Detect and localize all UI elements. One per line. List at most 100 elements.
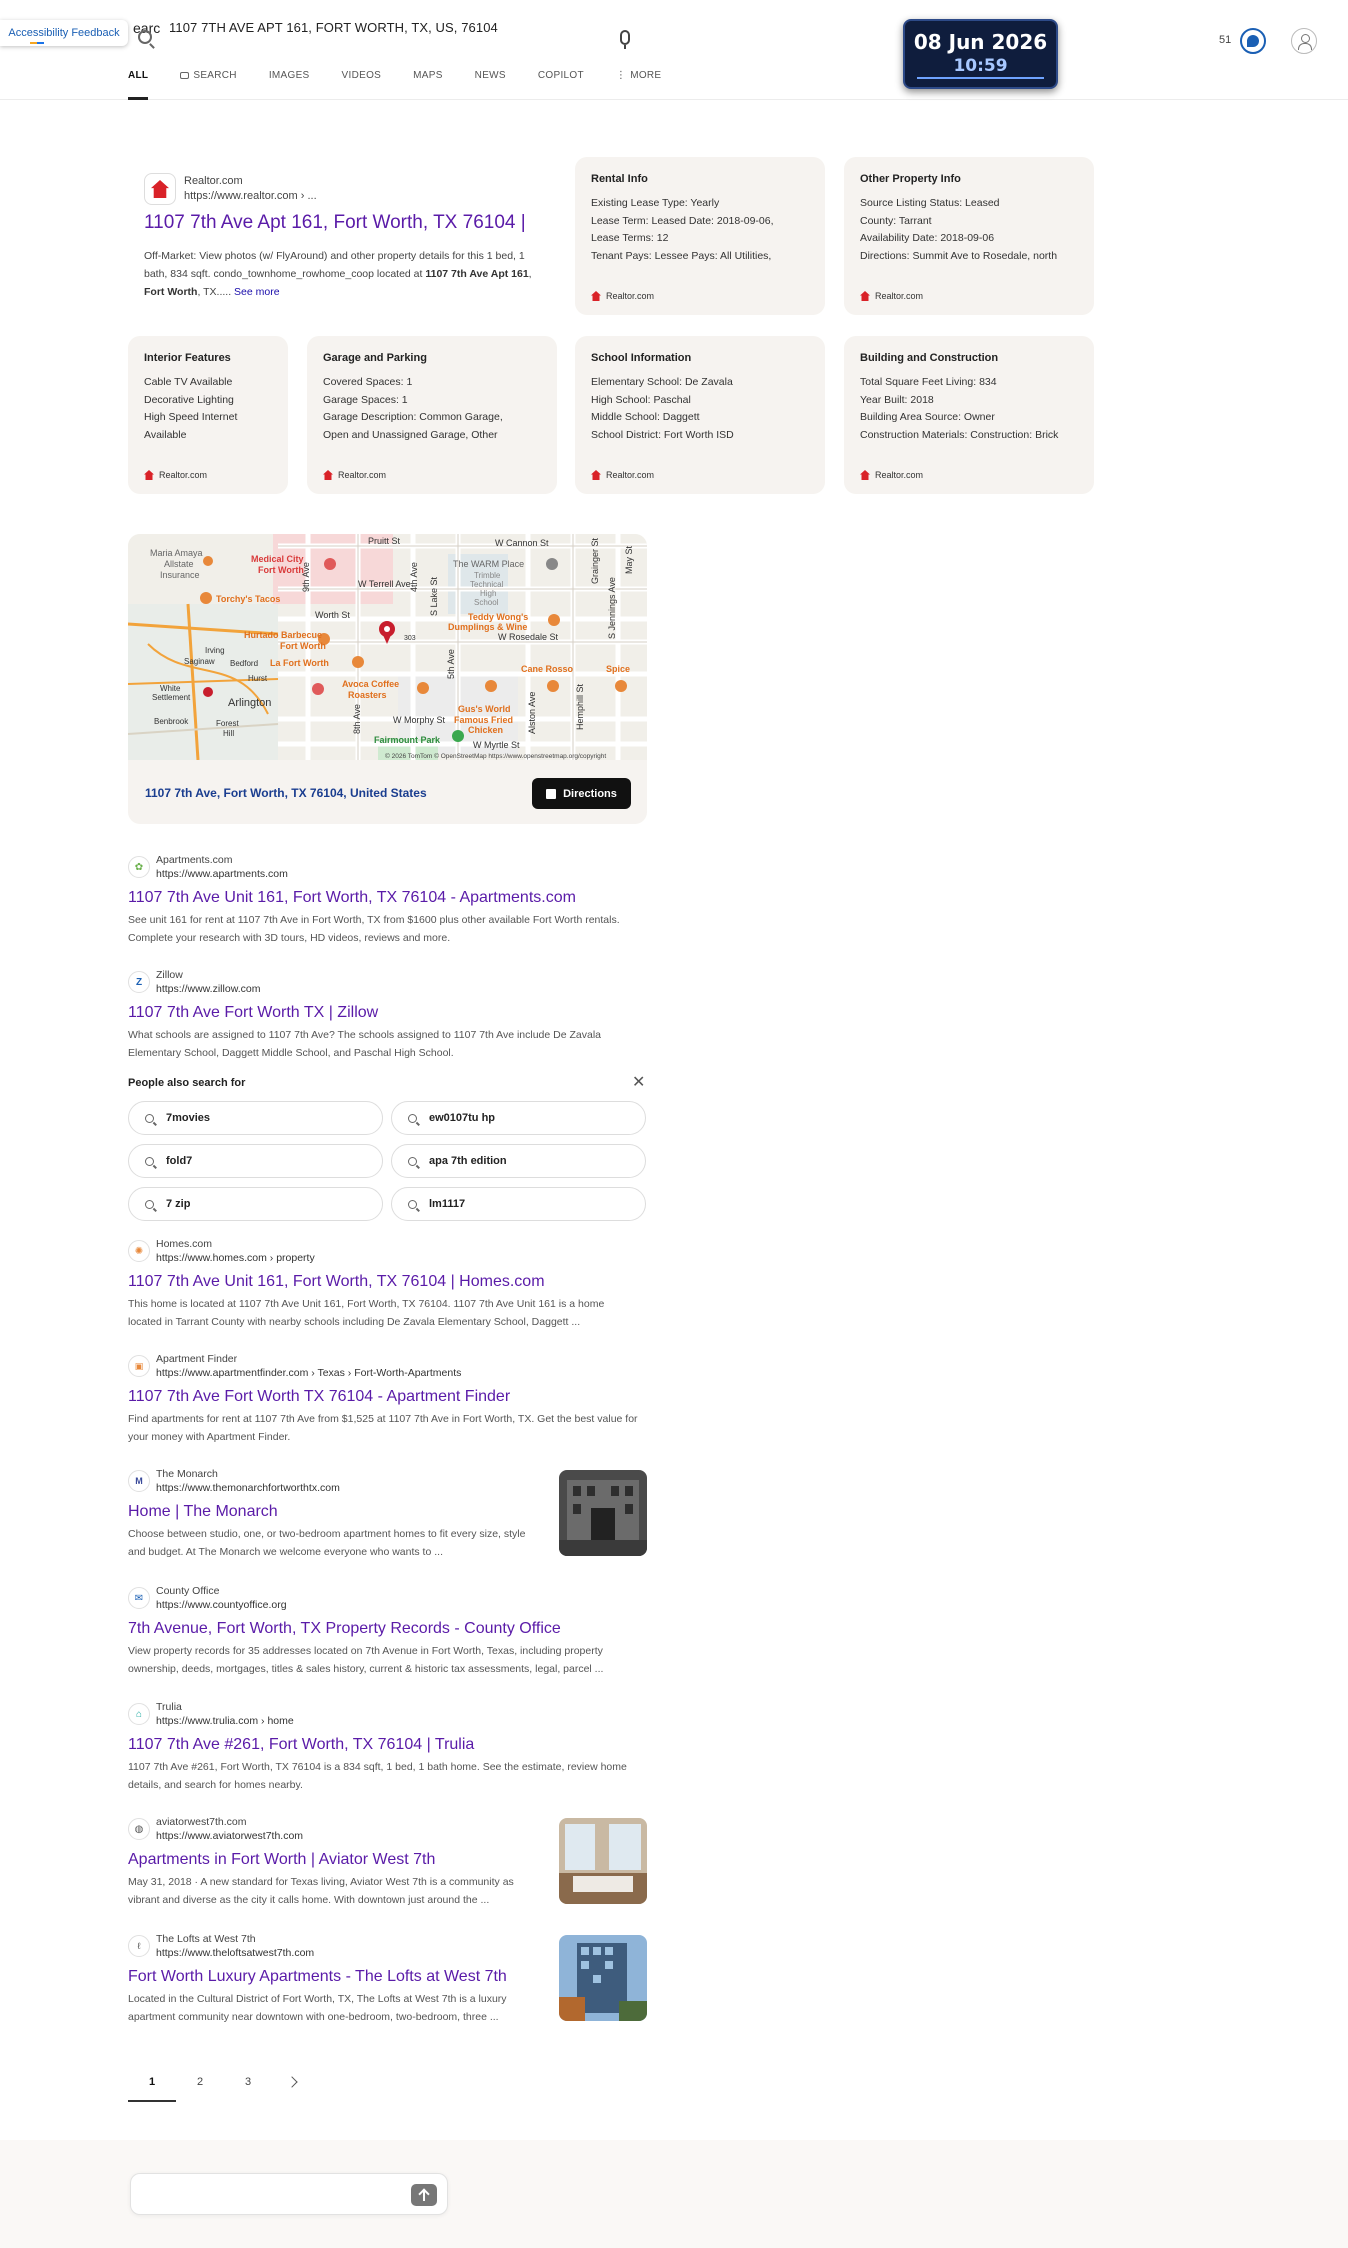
building-construction-card[interactable]: Building and Construction Total Square F…	[844, 336, 1094, 494]
card-source[interactable]: Realtor.com	[323, 470, 386, 480]
svg-text:Fairmount Park: Fairmount Park	[374, 735, 441, 745]
result-title-link[interactable]: Apartments in Fort Worth | Aviator West …	[128, 1851, 435, 1869]
map-address-link[interactable]: 1107 7th Ave, Fort Worth, TX 76104, Unit…	[145, 786, 427, 800]
page-1[interactable]: 1	[128, 2068, 176, 2102]
svg-text:Chicken: Chicken	[468, 725, 503, 735]
related-search-pill[interactable]: 7movies	[128, 1101, 383, 1135]
result-description: View property records for 35 addresses l…	[128, 1645, 604, 1675]
search-icon	[408, 1156, 417, 1166]
card-line: Tenant Pays: Lessee Pays: All Utilities,	[591, 249, 772, 262]
svg-text:The WARM Place: The WARM Place	[453, 559, 524, 569]
result-url[interactable]: https://www.apartmentfinder.com › Texas …	[156, 1367, 461, 1379]
related-search-pill[interactable]: 7 zip	[128, 1187, 383, 1221]
page-2[interactable]: 2	[176, 2068, 224, 2096]
main-result-url[interactable]: https://www.realtor.com › ...	[184, 190, 317, 202]
related-search-pill[interactable]: lm1117	[391, 1187, 646, 1221]
svg-text:Hurst: Hurst	[248, 674, 268, 683]
svg-text:Alston Ave: Alston Ave	[527, 692, 537, 734]
result-thumbnail[interactable]	[559, 1470, 647, 1556]
svg-text:White: White	[160, 684, 181, 693]
page-3[interactable]: 3	[224, 2068, 272, 2096]
main-result-title-link[interactable]: 1107 7th Ave Apt 161, Fort Worth, TX 761…	[144, 212, 526, 234]
map-image[interactable]: Maria Amaya Allstate Insurance Medical C…	[128, 534, 647, 760]
card-source-label: Realtor.com	[875, 291, 924, 301]
card-source[interactable]: Realtor.com	[144, 470, 207, 480]
tab-images[interactable]: IMAGES	[269, 70, 310, 100]
result-url[interactable]: https://www.aviatorwest7th.com	[156, 1830, 303, 1842]
result-title-link[interactable]: 1107 7th Ave Fort Worth TX | Zillow	[128, 1004, 378, 1022]
more-dots-icon: ⋮	[615, 70, 627, 81]
result-url[interactable]: https://www.theloftsatwest7th.com	[156, 1947, 314, 1959]
search-icon[interactable]	[138, 30, 152, 44]
rental-info-card[interactable]: Rental Info Existing Lease Type: Yearly …	[575, 157, 825, 315]
tab-more[interactable]: ⋮ MORE	[616, 70, 662, 100]
card-source[interactable]: Realtor.com	[591, 470, 654, 480]
result-site: Apartments.com	[156, 854, 233, 866]
result-thumbnail[interactable]	[559, 1818, 647, 1904]
close-icon[interactable]: ✕	[632, 1072, 645, 1092]
header: Accessibility Feedback earc 1107 7TH AVE…	[0, 0, 1348, 100]
rewards-points[interactable]: 51	[1219, 34, 1231, 46]
tab-videos[interactable]: VIDEOS	[342, 70, 382, 100]
svg-text:Avoca Coffee: Avoca Coffee	[342, 679, 399, 689]
result-title-link[interactable]: 1107 7th Ave Unit 161, Fort Worth, TX 76…	[128, 1273, 545, 1291]
interior-features-card[interactable]: Interior Features Cable TV Available Dec…	[128, 336, 288, 494]
copilot-chat-input[interactable]	[130, 2173, 448, 2215]
card-line: High School: Paschal	[591, 393, 691, 406]
svg-text:Grainger St: Grainger St	[590, 537, 600, 584]
next-page-button[interactable]	[272, 2068, 312, 2096]
user-avatar-icon[interactable]	[1291, 28, 1317, 54]
svg-text:Worth St: Worth St	[315, 610, 350, 620]
result-title-link[interactable]: Home | The Monarch	[128, 1503, 278, 1521]
tab-search[interactable]: SEARCH	[180, 70, 237, 100]
svg-text:High: High	[480, 589, 496, 598]
result-url[interactable]: https://www.themonarchfortworthtx.com	[156, 1482, 340, 1494]
card-source[interactable]: Realtor.com	[591, 291, 654, 301]
tab-copilot[interactable]: COPILOT	[538, 70, 584, 100]
tab-news[interactable]: NEWS	[475, 70, 506, 100]
result-url[interactable]: https://www.countyoffice.org	[156, 1599, 287, 1611]
card-title: Interior Features	[144, 352, 231, 364]
directions-label: Directions	[563, 787, 617, 800]
related-search-pill[interactable]: ew0107tu hp	[391, 1101, 646, 1135]
card-source[interactable]: Realtor.com	[860, 291, 923, 301]
svg-text:Benbrook: Benbrook	[154, 717, 189, 726]
result-url[interactable]: https://www.zillow.com	[156, 983, 260, 995]
related-search-pill[interactable]: fold7	[128, 1144, 383, 1178]
rewards-icon[interactable]	[1240, 28, 1266, 54]
other-property-info-card[interactable]: Other Property Info Source Listing Statu…	[844, 157, 1094, 315]
result-url[interactable]: https://www.trulia.com › home	[156, 1715, 294, 1727]
desc-bold: 1107 7th Ave Apt 161	[425, 268, 529, 280]
related-search-pill[interactable]: apa 7th edition	[391, 1144, 646, 1178]
see-more-link[interactable]: See more	[234, 286, 280, 298]
svg-text:Hurtado Barbecue: Hurtado Barbecue	[244, 630, 322, 640]
card-source[interactable]: Realtor.com	[860, 470, 923, 480]
accessibility-feedback-button[interactable]: Accessibility Feedback	[0, 20, 128, 46]
result-title-link[interactable]: 1107 7th Ave Unit 161, Fort Worth, TX 76…	[128, 889, 576, 907]
result-title-link[interactable]: 1107 7th Ave Fort Worth TX 76104 - Apart…	[128, 1388, 510, 1406]
related-search-label: 7 zip	[166, 1198, 191, 1210]
realtor-icon	[144, 470, 154, 480]
result-title-link[interactable]: 7th Avenue, Fort Worth, TX Property Reco…	[128, 1620, 561, 1638]
result-thumbnail[interactable]	[559, 1935, 647, 2021]
realtor-icon	[860, 291, 870, 301]
result-url[interactable]: https://www.homes.com › property	[156, 1252, 315, 1264]
card-line: Garage Spaces: 1	[323, 393, 408, 406]
school-information-card[interactable]: School Information Elementary School: De…	[575, 336, 825, 494]
svg-text:Fort Worth: Fort Worth	[280, 641, 326, 651]
svg-text:Medical City: Medical City	[251, 554, 304, 564]
result-url[interactable]: https://www.apartments.com	[156, 868, 288, 880]
tab-all[interactable]: ALL	[128, 70, 149, 100]
microphone-icon[interactable]	[620, 30, 630, 49]
svg-text:Cane Rosso: Cane Rosso	[521, 664, 574, 674]
result-title-link[interactable]: 1107 7th Ave #261, Fort Worth, TX 76104 …	[128, 1736, 474, 1754]
search-input[interactable]: 1107 7TH AVE APT 161, FORT WORTH, TX, US…	[169, 20, 498, 35]
directions-button[interactable]: Directions	[532, 778, 631, 809]
result-title-link[interactable]: Fort Worth Luxury Apartments - The Lofts…	[128, 1968, 507, 1986]
send-arrow-icon[interactable]	[411, 2184, 437, 2206]
trulia-favicon-icon: ⌂	[128, 1703, 150, 1725]
garage-parking-card[interactable]: Garage and Parking Covered Spaces: 1 Gar…	[307, 336, 557, 494]
search-tab-icon	[180, 72, 190, 79]
svg-text:303: 303	[404, 635, 416, 642]
tab-maps[interactable]: MAPS	[413, 70, 443, 100]
